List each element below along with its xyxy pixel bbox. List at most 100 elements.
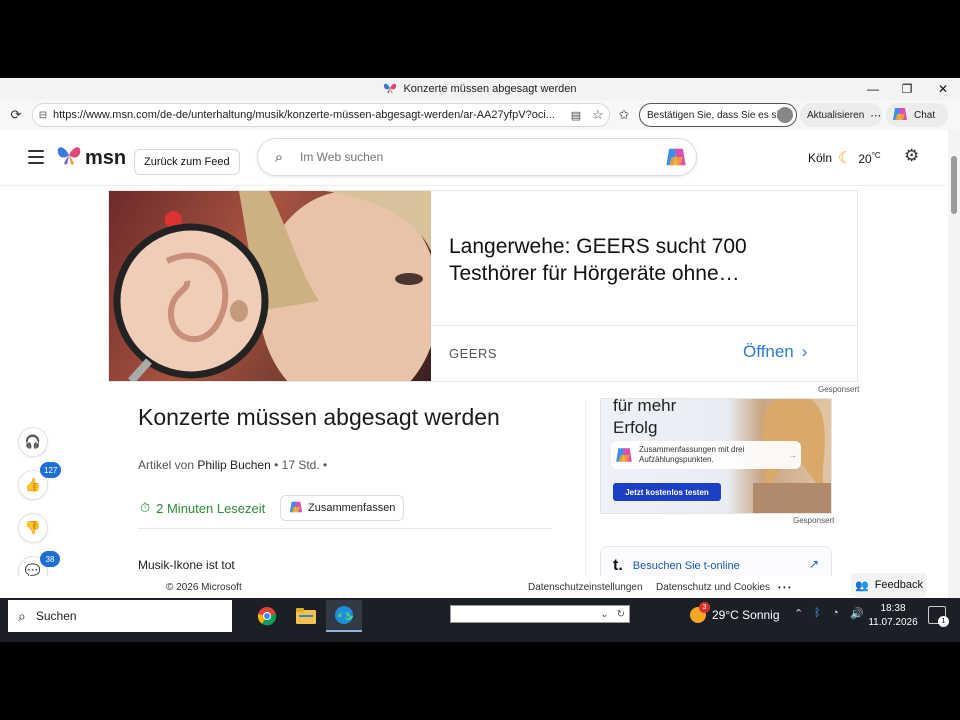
reader-mode-icon[interactable]: ▤ <box>565 109 587 122</box>
more-options-icon[interactable]: ⋯ <box>870 109 881 122</box>
clock-date: 11.07.2026 <box>868 617 918 628</box>
copilot-chip-icon <box>616 448 632 462</box>
screen: Konzerte müssen abgesagt werden — ❐ ✕ ⟳ … <box>0 78 960 642</box>
taskbar-chrome-app[interactable] <box>249 600 285 632</box>
chrome-icon <box>257 607 277 626</box>
favorites-icon[interactable]: ✩ <box>612 103 636 127</box>
thumbs-up-icon: 👍 <box>24 477 42 492</box>
external-link-icon: ↗ <box>808 557 819 571</box>
privacy-cookies-link[interactable]: Datenschutz und Cookies <box>656 582 770 593</box>
window-titlebar: Konzerte müssen abgesagt werden — ❐ ✕ <box>0 78 960 100</box>
feedback-button[interactable]: 👥 Feedback <box>851 573 927 597</box>
taskbar-dropdown-icon[interactable]: ⌄ <box>600 609 608 620</box>
address-bar[interactable]: ⊟ https://www.msn.com/de-de/unterhaltung… <box>32 103 610 127</box>
tray-chevron-up-icon[interactable]: ⌃ <box>794 607 803 620</box>
web-search-box[interactable]: ⌕ <box>257 138 697 176</box>
profile-avatar-icon <box>777 107 793 123</box>
minimize-button[interactable]: — <box>856 78 890 100</box>
copilot-icon <box>892 106 908 125</box>
taskbar-refresh-icon[interactable]: ↻ <box>617 609 625 620</box>
restore-button[interactable]: ❐ <box>890 78 924 100</box>
close-button[interactable]: ✕ <box>926 78 960 100</box>
side-ad-chip-text: Zusammenfassungen mit drei Aufzählungspu… <box>639 445 745 464</box>
notification-count: 1 <box>938 616 949 627</box>
temperature-unit: °C <box>871 150 881 160</box>
article-byline: Artikel von Philip Buchen • 17 Std. • <box>138 458 327 472</box>
copyright: © 2026 Microsoft <box>166 582 242 593</box>
feedback-icon: 👥 <box>854 579 869 592</box>
notifications-icon[interactable]: 1 <box>928 606 949 627</box>
copilot-summarize-icon <box>289 500 303 517</box>
feedback-label: Feedback <box>874 579 923 591</box>
back-to-feed-button[interactable]: Zurück zum Feed <box>134 149 240 175</box>
side-ad-headline: für mehr Erfolg <box>613 398 733 439</box>
author-name[interactable]: Philip Buchen <box>197 458 270 472</box>
footer-more-button[interactable]: • • • <box>778 583 791 592</box>
copilot-search-icon[interactable] <box>656 146 696 168</box>
side-ad-headline-2: Erfolg <box>613 418 658 437</box>
ad-banner[interactable]: Langerwehe: GEERS sucht 700 Testhörer fü… <box>108 190 858 382</box>
web-search-input[interactable] <box>300 150 656 164</box>
site-info-icon[interactable]: ⊟ <box>33 110 53 121</box>
ad-open-button[interactable]: Öffnen › <box>743 342 807 362</box>
taskbar-search-icon: ⌕ <box>18 607 26 624</box>
ad-sponsored-label: Gesponsert <box>818 385 860 394</box>
arrow-right-icon: → <box>789 450 797 460</box>
taskbar-address-input[interactable]: ⌄ ↻ <box>450 605 630 623</box>
folder-icon <box>296 608 316 624</box>
edge-icon <box>335 606 353 624</box>
settings-gear-icon[interactable]: ⚙ <box>904 146 919 166</box>
update-button[interactable]: Aktualisieren ⋯ <box>800 103 882 127</box>
like-count-badge: 127 <box>40 462 62 478</box>
wifi-icon[interactable]: ◔ <box>832 607 839 619</box>
side-ad-cta-button[interactable]: Jetzt kostenlos testen <box>613 483 721 501</box>
ad-title[interactable]: Langerwehe: GEERS sucht 700 Testhörer fü… <box>449 233 829 287</box>
update-label: Aktualisieren <box>807 109 865 121</box>
msn-logo[interactable]: msn <box>56 144 126 172</box>
clock-time: 18:38 <box>880 603 906 614</box>
copilot-chat-button[interactable]: Chat <box>886 103 948 127</box>
temperature: 20°C <box>858 150 881 166</box>
dislike-button[interactable]: 👎 <box>18 513 48 543</box>
url-text: https://www.msn.com/de-de/unterhaltung/m… <box>53 109 555 121</box>
side-ad-headline-1: für mehr <box>613 398 677 415</box>
moon-icon: ☾ <box>838 150 853 167</box>
bluetooth-icon[interactable]: ᛒ <box>814 607 821 619</box>
timer-icon: ⏱ <box>140 500 151 515</box>
summarize-button[interactable]: Zusammenfassen <box>280 495 405 521</box>
taskbar-clock[interactable]: 18:38 11.07.2026 <box>866 602 920 630</box>
summarize-label: Zusammenfassen <box>308 502 396 514</box>
privacy-settings-link[interactable]: Datenschutzeinstellungen <box>528 582 643 593</box>
msn-header: msn Zurück zum Feed ⌕ Köln ☾ 20°C ⚙ <box>0 130 948 186</box>
listen-headphones-button[interactable]: 🎧 <box>18 427 48 457</box>
side-ad-summary-chip: Zusammenfassungen mit drei Aufzählungspu… <box>611 441 801 469</box>
ad-footer: GEERS Öffnen › <box>431 325 857 381</box>
article-divider <box>138 528 552 529</box>
ad-brand: GEERS <box>449 346 498 361</box>
msn-logo-text: msn <box>85 146 127 169</box>
taskbar-edge-app[interactable] <box>326 600 362 632</box>
taskbar-search[interactable]: ⌕ Suchen <box>8 600 232 632</box>
verify-identity-button[interactable]: Bestätigen Sie, dass Sie es sind <box>639 103 797 127</box>
page-scrollbar[interactable] <box>948 130 960 598</box>
scrollbar-thumb[interactable] <box>951 156 957 214</box>
volume-icon[interactable]: 🔊 <box>850 607 864 620</box>
chevron-right-icon: › <box>801 342 808 361</box>
page-footer: © 2026 Microsoft Datenschutzeinstellunge… <box>0 576 948 598</box>
reload-icon[interactable]: ⟳ <box>4 103 28 127</box>
msn-butterfly-logo-icon <box>56 144 82 172</box>
article-intro: Musik-Ikone ist tot <box>138 558 235 572</box>
menu-icon[interactable] <box>28 150 44 164</box>
msn-butterfly-icon <box>383 82 397 97</box>
ad-image <box>109 191 431 381</box>
taskbar-weather[interactable]: 3 29°C Sonnig <box>690 602 780 623</box>
taskbar-weather-text: 29°C Sonnig <box>712 608 780 622</box>
side-ad[interactable]: für mehr Erfolg Zusammenfassungen mit dr… <box>600 398 832 514</box>
article-title: Konzerte müssen abgesagt werden <box>138 404 500 430</box>
favorite-star-icon[interactable]: ☆ <box>587 107 609 123</box>
weather-widget[interactable]: Köln ☾ 20°C <box>808 148 881 168</box>
article-age: • 17 Std. • <box>274 458 328 472</box>
comment-count-badge: 38 <box>40 551 60 567</box>
browser-toolbar: ⟳ ⊟ https://www.msn.com/de-de/unterhaltu… <box>0 100 960 130</box>
taskbar-file-explorer-app[interactable] <box>288 600 324 632</box>
